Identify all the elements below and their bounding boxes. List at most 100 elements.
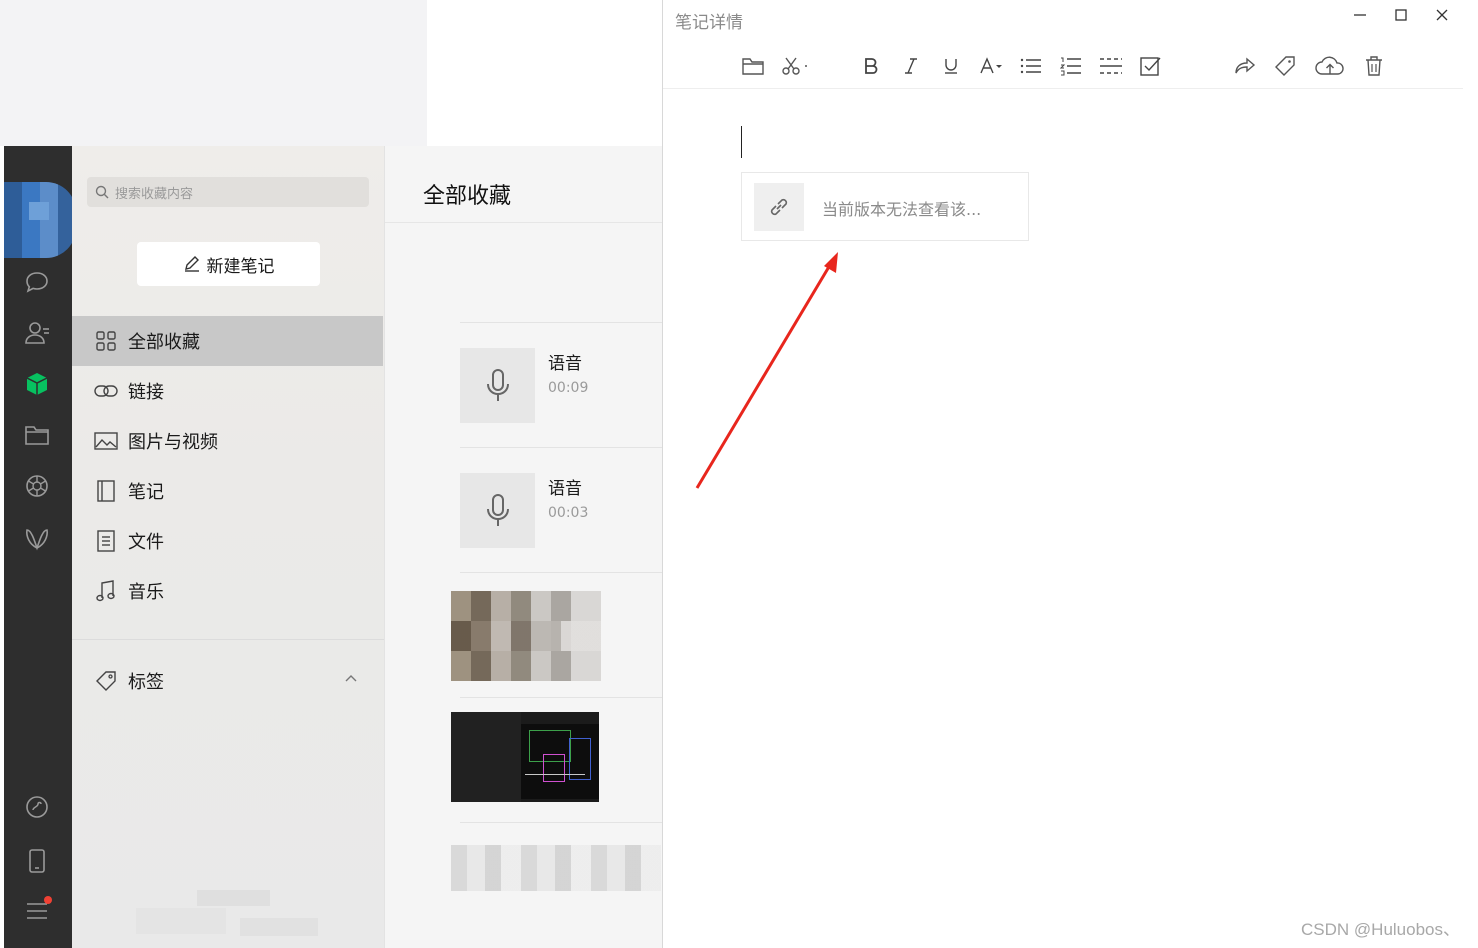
search-input[interactable]: 搜索收藏内容 bbox=[87, 177, 369, 207]
divider bbox=[72, 639, 384, 640]
grid-icon bbox=[94, 329, 118, 353]
minimize-icon bbox=[1354, 14, 1366, 16]
italic-button[interactable] bbox=[897, 52, 925, 80]
new-note-button[interactable]: 新建笔记 bbox=[137, 242, 320, 286]
item-title: 语音 bbox=[548, 479, 582, 499]
close-icon bbox=[1436, 9, 1448, 21]
category-links[interactable]: 链接 bbox=[72, 366, 383, 416]
search-icon bbox=[95, 185, 109, 199]
blurred-account-info bbox=[240, 918, 318, 936]
divider-line-button[interactable] bbox=[1097, 52, 1125, 80]
checklist-button[interactable] bbox=[1137, 52, 1165, 80]
list-item[interactable] bbox=[451, 572, 663, 697]
link-card[interactable]: 当前版本无法查看该... bbox=[741, 172, 1029, 241]
font-size-icon bbox=[980, 57, 1002, 74]
bold-button[interactable] bbox=[857, 52, 885, 80]
tag-button[interactable] bbox=[1271, 52, 1299, 80]
note-detail-window: 笔记详情 当前版本无法查看该... bbox=[662, 0, 1464, 948]
background-region bbox=[0, 0, 427, 146]
list-item[interactable] bbox=[451, 697, 663, 822]
share-button[interactable] bbox=[1231, 52, 1259, 80]
link-icon bbox=[94, 379, 118, 403]
category-all-favorites[interactable]: 全部收藏 bbox=[72, 316, 383, 366]
favorites-list-panel: 全部收藏 语音 00:09 语音 00:03 bbox=[384, 146, 663, 948]
category-images-videos[interactable]: 图片与视频 bbox=[72, 416, 383, 466]
notification-dot bbox=[44, 896, 52, 904]
folder-icon[interactable] bbox=[22, 420, 52, 450]
moments-icon[interactable] bbox=[22, 471, 52, 501]
open-folder-button[interactable] bbox=[739, 52, 767, 80]
icon-rail bbox=[4, 146, 76, 948]
tag-icon bbox=[1275, 56, 1295, 76]
list-item[interactable]: 语音 00:09 bbox=[460, 322, 663, 447]
image-icon bbox=[94, 429, 118, 453]
text-cursor bbox=[741, 126, 742, 158]
voice-thumbnail bbox=[460, 348, 535, 423]
watermark: CSDN @Huluobos、 bbox=[1301, 920, 1460, 939]
minimize-button[interactable] bbox=[1349, 4, 1371, 26]
cloud-upload-icon bbox=[1315, 56, 1344, 75]
window-title: 笔记详情 bbox=[675, 13, 743, 33]
item-duration: 00:03 bbox=[548, 505, 589, 521]
link-icon bbox=[770, 198, 788, 216]
item-duration: 00:09 bbox=[548, 380, 589, 396]
bullet-list-icon bbox=[1020, 58, 1041, 74]
divider bbox=[385, 222, 663, 223]
numbered-list-button[interactable] bbox=[1057, 52, 1085, 80]
share-icon bbox=[1235, 57, 1256, 74]
numbered-list-icon bbox=[1060, 57, 1081, 76]
close-button[interactable] bbox=[1431, 4, 1453, 26]
cloud-upload-button[interactable] bbox=[1313, 52, 1347, 80]
music-icon bbox=[94, 579, 118, 603]
favorites-cube-icon[interactable] bbox=[22, 369, 52, 399]
list-item[interactable] bbox=[451, 822, 663, 947]
menu-icon[interactable] bbox=[22, 896, 52, 926]
blurred-account-info bbox=[136, 908, 226, 934]
category-notes[interactable]: 笔记 bbox=[72, 466, 383, 516]
microphone-icon bbox=[486, 368, 509, 401]
category-label: 音乐 bbox=[128, 582, 164, 603]
mini-program-icon[interactable] bbox=[22, 792, 52, 822]
contacts-icon[interactable] bbox=[22, 318, 52, 348]
channels-icon[interactable] bbox=[22, 524, 52, 554]
category-files[interactable]: 文件 bbox=[72, 516, 383, 566]
chevron-up-icon[interactable] bbox=[344, 673, 358, 683]
category-label: 笔记 bbox=[128, 482, 164, 503]
folder-icon bbox=[742, 58, 764, 75]
category-music[interactable]: 音乐 bbox=[72, 566, 383, 616]
delete-button[interactable] bbox=[1360, 52, 1388, 80]
pencil-icon bbox=[184, 256, 199, 272]
wechat-window: 搜索收藏内容 新建笔记 全部收藏 链接 图片与视频 笔记 文件 音乐 标签 全部… bbox=[4, 146, 663, 948]
maximize-icon bbox=[1395, 9, 1407, 21]
item-title: 语音 bbox=[548, 354, 582, 374]
pixelated-text-thumbnail bbox=[451, 845, 661, 891]
bold-icon bbox=[865, 58, 878, 74]
italic-icon bbox=[905, 58, 917, 74]
blurred-account-info bbox=[197, 890, 270, 906]
voice-thumbnail bbox=[460, 473, 535, 548]
search-placeholder: 搜索收藏内容 bbox=[115, 186, 194, 202]
checkbox-icon bbox=[1140, 57, 1161, 76]
background-region bbox=[1463, 0, 1478, 948]
maximize-button[interactable] bbox=[1390, 4, 1412, 26]
dashed-divider-icon bbox=[1100, 58, 1122, 74]
category-label: 链接 bbox=[128, 382, 164, 403]
pixelated-image-overlay bbox=[451, 621, 601, 651]
phone-icon[interactable] bbox=[22, 846, 52, 876]
new-note-label: 新建笔记 bbox=[206, 256, 275, 277]
bullet-list-button[interactable] bbox=[1017, 52, 1045, 80]
favorites-sidebar: 搜索收藏内容 新建笔记 全部收藏 链接 图片与视频 笔记 文件 音乐 标签 bbox=[72, 146, 384, 948]
file-icon bbox=[94, 529, 118, 553]
list-item[interactable]: 语音 00:03 bbox=[460, 447, 663, 572]
underline-button[interactable] bbox=[937, 52, 965, 80]
link-card-thumbnail bbox=[754, 183, 804, 231]
trash-icon bbox=[1366, 56, 1382, 76]
cut-button[interactable] bbox=[781, 52, 809, 80]
avatar[interactable] bbox=[4, 182, 76, 258]
chat-icon[interactable] bbox=[22, 267, 52, 297]
tags-section-header[interactable]: 标签 bbox=[72, 656, 384, 706]
category-label: 文件 bbox=[128, 532, 164, 553]
underline-icon bbox=[945, 59, 957, 74]
notebook-icon bbox=[94, 479, 118, 503]
font-size-button[interactable] bbox=[977, 52, 1005, 80]
